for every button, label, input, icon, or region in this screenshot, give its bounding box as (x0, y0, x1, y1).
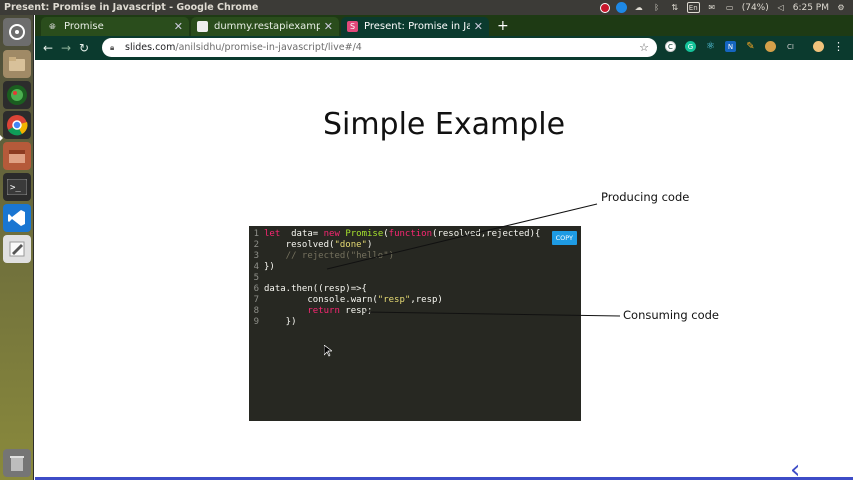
tab-dummy-restapi[interactable]: dummy.restapiexample.co ✕ (191, 17, 339, 36)
slides-icon: S (347, 21, 358, 32)
bookmark-star-icon[interactable]: ☆ (639, 41, 649, 54)
text-editor-icon[interactable] (3, 235, 31, 263)
extension-n-icon[interactable]: N (725, 41, 736, 52)
top-panel: Present: Promise in Javascript - Google … (0, 0, 853, 15)
tab-title: Present: Promise in Javas (364, 21, 470, 32)
slide-page: Simple Example 1 let data= new Promise(fu… (35, 60, 853, 485)
profile-avatar[interactable] (813, 41, 824, 52)
extension-ci-icon[interactable]: CI (785, 41, 796, 52)
chrome-icon[interactable] (3, 111, 31, 139)
browser-toolbar: ← → ↻ 🔒︎ slides.com/anilsidhu/promise-in… (35, 36, 853, 60)
tab-title: dummy.restapiexample.co (214, 21, 320, 32)
battery-icon[interactable]: ▭ (724, 2, 736, 14)
indicators: ☁ ᛒ ⇅ En ✉ ▭ (74%) ◁ 6:25 PM ⚙ (599, 2, 853, 14)
mouse-cursor-icon (324, 345, 332, 357)
record-indicator-icon[interactable] (599, 2, 610, 13)
clock[interactable]: 6:25 PM (793, 3, 829, 13)
page-icon (197, 21, 208, 32)
address-bar[interactable]: 🔒︎ slides.com/anilsidhu/promise-in-javas… (102, 38, 657, 57)
files-icon[interactable] (3, 50, 31, 78)
menu-kebab-icon[interactable]: ⋮ (833, 40, 844, 53)
tab-strip: 🌐︎ Promise ✕ dummy.restapiexample.co ✕ S… (35, 15, 853, 36)
archive-icon[interactable] (3, 142, 31, 170)
back-arrow-icon[interactable]: ← (39, 39, 57, 57)
previous-slide-chevron-icon[interactable]: ‹ (790, 455, 800, 485)
globe-app-icon[interactable] (3, 81, 31, 109)
new-tab-button[interactable]: + (497, 18, 509, 34)
url-text[interactable]: slides.com/anilsidhu/promise-in-javascri… (125, 42, 639, 53)
extension-c-icon[interactable]: C (665, 41, 676, 52)
extension-cookie-icon[interactable] (765, 41, 776, 52)
keyboard-lang[interactable]: En (686, 2, 700, 13)
teamviewer-icon[interactable] (615, 2, 627, 13)
network-icon[interactable]: ⇅ (669, 2, 681, 14)
callout-line-producing (326, 203, 598, 270)
volume-icon[interactable]: ◁ (775, 2, 787, 14)
lock-icon: 🔒︎ (110, 42, 115, 52)
ubuntu-home-icon[interactable] (3, 18, 31, 46)
window-title: Present: Promise in Javascript - Google … (4, 2, 259, 13)
tab-present-promise[interactable]: S Present: Promise in Javas ✕ (341, 17, 489, 36)
vscode-icon[interactable] (3, 204, 31, 232)
terminal-icon[interactable]: >_ (3, 173, 31, 201)
tab-promise[interactable]: 🌐︎ Promise ✕ (41, 17, 189, 36)
callout-consuming-code: Consuming code (623, 308, 720, 322)
bluetooth-icon[interactable]: ᛒ (651, 2, 663, 14)
close-icon[interactable]: ✕ (474, 20, 483, 33)
forward-arrow-icon[interactable]: → (57, 39, 75, 57)
gear-icon[interactable]: ⚙ (835, 2, 847, 14)
close-icon[interactable]: ✕ (324, 20, 333, 33)
battery-percent: (74%) (741, 2, 769, 13)
extension-grammarly-icon[interactable]: G (685, 41, 696, 52)
browser-window: 🌐︎ Promise ✕ dummy.restapiexample.co ✕ S… (35, 15, 853, 485)
tab-title: Promise (64, 21, 104, 32)
reload-icon[interactable]: ↻ (75, 39, 93, 57)
trash-icon[interactable] (3, 449, 31, 477)
globe-icon: 🌐︎ (49, 21, 56, 31)
callout-producing-code: Producing code (601, 190, 690, 204)
extension-react-icon[interactable]: ⚛ (705, 41, 716, 52)
extensions-bar: C G ⚛ N ✎ CI ⋮ (665, 40, 844, 53)
mail-icon[interactable]: ✉ (706, 2, 718, 14)
callout-lines (326, 203, 621, 317)
active-app-indicator (0, 135, 3, 141)
extension-pencil-icon[interactable]: ✎ (745, 41, 756, 52)
launcher: >_ (0, 15, 34, 480)
cloud-icon[interactable]: ☁ (633, 2, 645, 14)
svg-text:>_: >_ (10, 183, 21, 193)
callout-line-consuming (364, 311, 621, 317)
close-icon[interactable]: ✕ (174, 20, 183, 33)
